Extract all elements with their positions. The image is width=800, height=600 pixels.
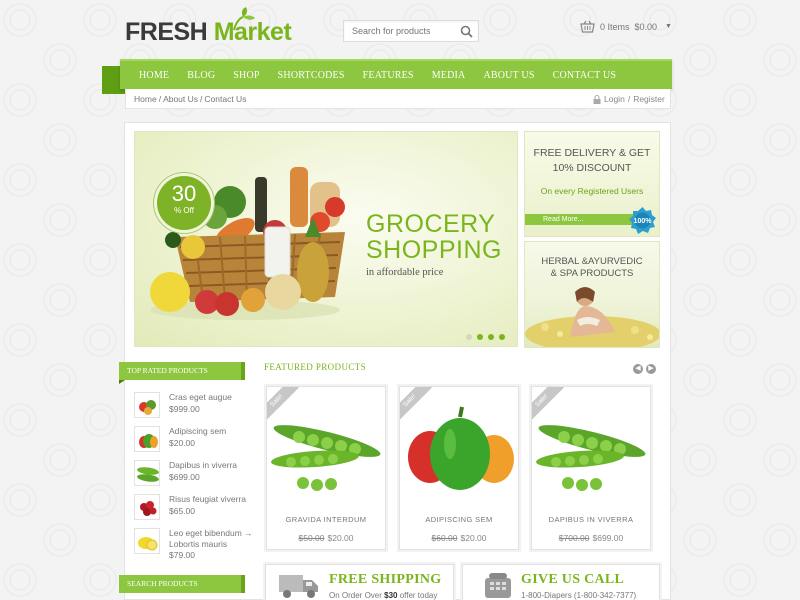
- nav-item-blog[interactable]: BLOG: [178, 70, 224, 81]
- search-input[interactable]: [344, 21, 454, 41]
- spa-woman-illustration: [525, 287, 659, 347]
- breadcrumb-contact-us: Contact Us: [204, 94, 247, 104]
- nav-item-shortcodes[interactable]: SHORTCODES: [269, 70, 354, 81]
- list-item[interactable]: Risus feugiat viverra $65.00: [134, 494, 254, 524]
- basket-icon: [580, 20, 595, 33]
- product-name[interactable]: Leo eget bibendum → Lobortis mauris: [169, 528, 261, 550]
- leaf-icon: [233, 7, 255, 31]
- old-price: $700.00: [558, 533, 590, 543]
- slider-dots: [466, 334, 505, 340]
- discount-label: % Off: [174, 206, 194, 215]
- phone-icon: [485, 573, 511, 598]
- bell-pepper-icon[interactable]: [134, 426, 160, 452]
- product-name[interactable]: Adipiscing sem: [169, 426, 226, 437]
- product-card[interactable]: Sale! GRAVIDA INTERDUM $50.00 $20.00: [266, 386, 386, 550]
- product-name[interactable]: ADIPISCING SEM: [400, 515, 518, 524]
- list-item[interactable]: Leo eget bibendum → Lobortis mauris $79.…: [134, 528, 254, 562]
- product-prices: $50.00 $20.00: [267, 533, 385, 543]
- hero-subtitle: in affordable price: [366, 267, 444, 278]
- account-links: Login / Register: [593, 94, 665, 104]
- breadcrumb-about-us[interactable]: About Us: [163, 94, 198, 104]
- featured-heading: FEATURED PRODUCTS: [264, 362, 367, 372]
- bell-pepper-icon: [408, 406, 514, 490]
- chevron-down-icon[interactable]: ▼: [665, 23, 672, 30]
- ribbon-fold: [119, 380, 125, 384]
- search-products-heading: SEARCH PRODUCTS: [119, 575, 245, 593]
- old-price: $60.00: [431, 533, 458, 543]
- discount-badge: 30 % Off: [157, 176, 211, 230]
- vegetable-mix-icon[interactable]: [134, 392, 160, 418]
- nav-item-contact-us[interactable]: CONTACT US: [544, 70, 626, 81]
- lock-icon: [593, 94, 601, 104]
- product-prices: $700.00 $699.00: [532, 533, 650, 543]
- breadcrumb-home[interactable]: Home: [134, 94, 157, 104]
- product-price: $699.00: [169, 472, 200, 482]
- site-logo[interactable]: FRESH Market: [125, 18, 292, 47]
- nav-item-features[interactable]: FEATURES: [354, 70, 423, 81]
- breadcrumb: Home / About Us / Contact Us: [134, 94, 247, 104]
- logo-word-fresh: FRESH: [125, 18, 208, 46]
- slider-dot[interactable]: [499, 334, 505, 340]
- pea-pod-icon: [271, 425, 381, 491]
- give-us-call-box: GIVE US CALL 1-800-Diapers (1-800-342-73…: [462, 564, 660, 600]
- truck-icon: [279, 575, 318, 598]
- product-name[interactable]: DAPIBUS IN VIVERRA: [532, 515, 650, 524]
- search-icon[interactable]: [460, 25, 473, 38]
- price: $20.00: [460, 533, 487, 543]
- guarantee-badge-icon: 100%: [629, 207, 656, 234]
- register-link[interactable]: Register: [633, 94, 665, 104]
- list-item[interactable]: Cras eget augue $999.00: [134, 392, 254, 422]
- cart-widget[interactable]: 0 Items $0.00 ▼: [580, 20, 672, 33]
- berries-icon[interactable]: [134, 494, 160, 520]
- cart-items: 0 Items: [600, 21, 630, 32]
- list-item[interactable]: Adipiscing sem $20.00: [134, 426, 254, 456]
- lemon-icon[interactable]: [134, 528, 160, 554]
- pea-pod-icon[interactable]: [134, 460, 160, 486]
- top-rated-heading: TOP RATED PRODUCTS: [119, 362, 245, 380]
- cart-total: $0.00: [634, 21, 658, 32]
- hero-title-line2: SHOPPING: [366, 236, 502, 264]
- product-prices: $60.00 $20.00: [400, 533, 518, 543]
- slider-dot[interactable]: [466, 334, 472, 340]
- promo-delivery-line2: 10% DISCOUNT: [552, 162, 632, 174]
- slider-dot[interactable]: [477, 334, 483, 340]
- nav-item-home[interactable]: HOME: [130, 70, 178, 81]
- promo-delivery-line3: On every Registered Users: [540, 186, 644, 196]
- hero-title-line1: GROCERY: [366, 210, 496, 238]
- info-title: FREE SHIPPING: [329, 572, 442, 587]
- nav-item-shop[interactable]: SHOP: [224, 70, 268, 81]
- product-card[interactable]: Sale! DAPIBUS IN VIVERRA $700.00 $699.00: [531, 386, 651, 550]
- nav-item-media[interactable]: MEDIA: [423, 70, 475, 81]
- product-price: $999.00: [169, 404, 200, 414]
- price: $699.00: [592, 533, 624, 543]
- login-link[interactable]: Login: [604, 94, 625, 104]
- badge-100-text: 100%: [634, 218, 653, 225]
- product-name[interactable]: Cras eget augue: [169, 392, 232, 403]
- promo-delivery-line1: FREE DELIVERY & GET: [533, 147, 651, 159]
- search-box[interactable]: [343, 20, 479, 42]
- product-name[interactable]: Risus feugiat viverra: [169, 494, 246, 505]
- nav-item-about-us[interactable]: ABOUT US: [474, 70, 543, 81]
- price: $20.00: [327, 533, 354, 543]
- chevron-left-icon[interactable]: ◀: [633, 364, 643, 374]
- product-name[interactable]: Dapibus in viverra: [169, 460, 237, 471]
- product-price: $65.00: [169, 506, 195, 516]
- promo-herbal-spa[interactable]: HERBAL &AYURVEDIC & SPA PRODUCTS: [524, 241, 660, 348]
- discount-number: 30: [171, 181, 197, 206]
- free-shipping-box: FREE SHIPPING On Order Over $30 offer to…: [265, 564, 454, 600]
- chevron-right-icon[interactable]: ▶: [646, 364, 656, 374]
- info-subtitle: 1-800-Diapers (1-800-342-7377): [521, 591, 637, 600]
- info-title: GIVE US CALL: [521, 572, 625, 587]
- slider-dot[interactable]: [488, 334, 494, 340]
- main-nav: HOME BLOG SHOP SHORTCODES FEATURES MEDIA…: [120, 59, 672, 89]
- info-subtitle: On Order Over $30 offer today: [329, 591, 438, 600]
- old-price: $50.00: [298, 533, 325, 543]
- list-item[interactable]: Dapibus in viverra $699.00: [134, 460, 254, 490]
- pea-pod-icon: [536, 425, 646, 491]
- product-price: $79.00: [169, 550, 195, 560]
- product-price: $20.00: [169, 438, 195, 448]
- read-more-button[interactable]: Read More...: [525, 214, 633, 225]
- product-name[interactable]: GRAVIDA INTERDUM: [267, 515, 385, 524]
- product-card[interactable]: Sale! ADIPISCING SEM $60.00 $20.00: [399, 386, 519, 550]
